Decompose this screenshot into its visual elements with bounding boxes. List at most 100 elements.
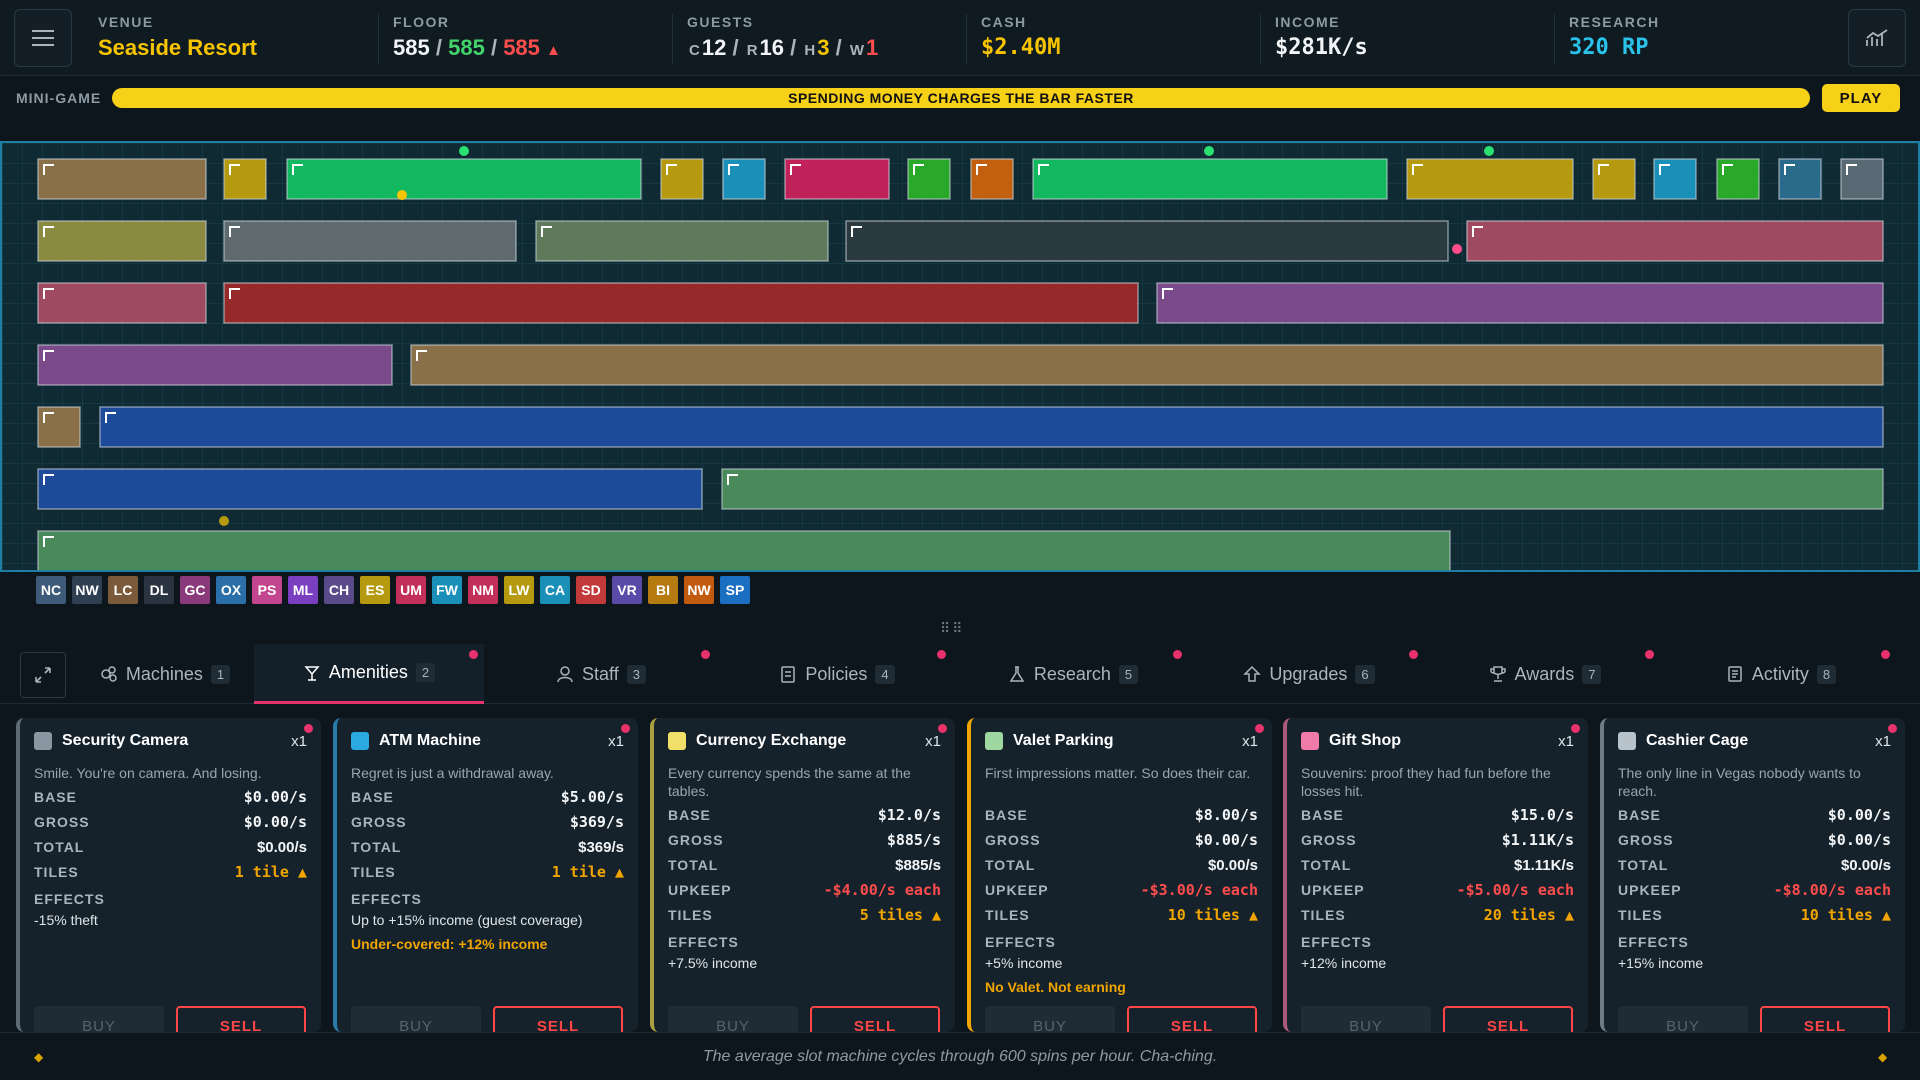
category-chip-nw[interactable]: NW bbox=[684, 576, 714, 604]
floor-machine-tile[interactable] bbox=[37, 282, 207, 324]
category-chip-dl[interactable]: DL bbox=[144, 576, 174, 604]
amenity-quantity: x1 bbox=[608, 732, 624, 750]
stats-chart-button[interactable] bbox=[1848, 9, 1906, 67]
floor-machine-tile[interactable] bbox=[410, 344, 1884, 386]
category-chip-sp[interactable]: SP bbox=[720, 576, 750, 604]
category-chip-gc[interactable]: GC bbox=[180, 576, 210, 604]
amenity-card-currency-exchange: Currency Exchange x1 Every currency spen… bbox=[650, 718, 955, 1032]
buy-button[interactable]: BUY bbox=[1618, 1006, 1748, 1032]
income-value: $281K/s bbox=[1275, 35, 1368, 60]
guest-marker bbox=[1204, 146, 1214, 156]
floor-machine-tile[interactable] bbox=[845, 220, 1449, 262]
tab-amenities[interactable]: Amenities 2 bbox=[254, 644, 484, 704]
floor-grid[interactable] bbox=[2, 143, 1918, 570]
notification-dot bbox=[937, 650, 946, 659]
floor-label: FLOOR bbox=[393, 14, 450, 30]
floor-machine-tile[interactable] bbox=[223, 282, 1139, 324]
tab-staff[interactable]: Staff 3 bbox=[486, 644, 716, 704]
amenity-card-gift-shop: Gift Shop x1 Souvenirs: proof they had f… bbox=[1283, 718, 1588, 1032]
income-stat: INCOME $281K/s bbox=[1260, 14, 1368, 64]
floor-machine-tile[interactable] bbox=[535, 220, 829, 262]
category-chip-lc[interactable]: LC bbox=[108, 576, 138, 604]
floor-machine-tile[interactable] bbox=[721, 468, 1884, 510]
floor-machine-tile[interactable] bbox=[286, 158, 642, 200]
category-chip-nw[interactable]: NW bbox=[72, 576, 102, 604]
tab-upgrades[interactable]: Upgrades 6 bbox=[1194, 644, 1424, 704]
buy-button[interactable]: BUY bbox=[1301, 1006, 1431, 1032]
tab-activity[interactable]: Activity 8 bbox=[1666, 644, 1896, 704]
category-chip-um[interactable]: UM bbox=[396, 576, 426, 604]
category-chip-bi[interactable]: BI bbox=[648, 576, 678, 604]
floor-machine-tile[interactable] bbox=[1156, 282, 1884, 324]
amenity-title: Cashier Cage bbox=[1646, 732, 1749, 749]
stat-row-tiles: TILES 10 tiles ▲ bbox=[1618, 906, 1891, 924]
tab-label: Amenities bbox=[328, 662, 408, 682]
category-chip-ps[interactable]: PS bbox=[252, 576, 282, 604]
floor-machine-tile[interactable] bbox=[1032, 158, 1388, 200]
buy-button[interactable]: BUY bbox=[351, 1006, 481, 1032]
stat-row-upkeep: UPKEEP -$8.00/s each bbox=[1618, 881, 1891, 899]
floor-machine-tile[interactable] bbox=[223, 220, 517, 262]
amenity-description: Souvenirs: proof they had fun before the… bbox=[1301, 765, 1551, 799]
sell-button[interactable]: SELL bbox=[1443, 1006, 1573, 1032]
floor-machine-tile[interactable] bbox=[37, 344, 393, 386]
category-chip-nm[interactable]: NM bbox=[468, 576, 498, 604]
stat-row-total: TOTAL $0.00/s bbox=[34, 838, 307, 856]
notification-dot bbox=[1173, 650, 1182, 659]
tab-policies[interactable]: Policies 4 bbox=[722, 644, 952, 704]
tab-bar: Machines 1 Amenities 2 Staff 3 Policies … bbox=[0, 644, 1920, 704]
buy-button[interactable]: BUY bbox=[34, 1006, 164, 1032]
category-chip-vr[interactable]: VR bbox=[612, 576, 642, 604]
notification-dot bbox=[701, 650, 710, 659]
floor-machine-tile[interactable] bbox=[37, 468, 703, 510]
tab-label: Activity bbox=[1751, 663, 1809, 684]
play-button[interactable]: PLAY bbox=[1822, 84, 1900, 112]
guest-marker bbox=[397, 190, 407, 200]
menu-button[interactable] bbox=[14, 9, 72, 67]
category-chip-es[interactable]: ES bbox=[360, 576, 390, 604]
category-chip-fw[interactable]: FW bbox=[432, 576, 462, 604]
sell-button[interactable]: SELL bbox=[176, 1006, 306, 1032]
floor-machine-tile[interactable] bbox=[1466, 220, 1884, 262]
amenity-color-swatch bbox=[985, 732, 1003, 750]
stat-row-base: BASE $15.0/s bbox=[1301, 806, 1574, 824]
staff-icon bbox=[557, 666, 573, 683]
stat-row-total: TOTAL $0.00/s bbox=[985, 856, 1258, 874]
notification-dot bbox=[1645, 650, 1654, 659]
stat-row-gross: GROSS $1.11K/s bbox=[1301, 831, 1574, 849]
category-chip-ox[interactable]: OX bbox=[216, 576, 246, 604]
sell-button[interactable]: SELL bbox=[1760, 1006, 1890, 1032]
chart-icon bbox=[1866, 29, 1888, 46]
floor-value-c: 585 bbox=[503, 35, 540, 60]
tab-count: 1 bbox=[210, 664, 231, 684]
floor-machine-tile[interactable] bbox=[99, 406, 1884, 448]
category-chip-nc[interactable]: NC bbox=[36, 576, 66, 604]
floor-machine-tile[interactable] bbox=[1406, 158, 1574, 200]
category-chip-lw[interactable]: LW bbox=[504, 576, 534, 604]
guests-high: 3 bbox=[817, 35, 830, 60]
stat-row-total: TOTAL $885/s bbox=[668, 856, 941, 874]
tab-machines[interactable]: Machines 1 bbox=[50, 644, 280, 704]
stat-row-total: TOTAL $1.11K/s bbox=[1301, 856, 1574, 874]
category-chip-ml[interactable]: ML bbox=[288, 576, 318, 604]
amenities-icon bbox=[304, 665, 320, 681]
casino-floor[interactable] bbox=[0, 141, 1920, 572]
minigame-label: MINI-GAME bbox=[16, 90, 102, 106]
category-chip-ca[interactable]: CA bbox=[540, 576, 570, 604]
category-chip-ch[interactable]: CH bbox=[324, 576, 354, 604]
floor-machine-tile[interactable] bbox=[37, 158, 207, 200]
buy-button[interactable]: BUY bbox=[668, 1006, 798, 1032]
stat-row-tiles: TILES 1 tile ▲ bbox=[351, 863, 624, 881]
buy-button[interactable]: BUY bbox=[985, 1006, 1115, 1032]
tab-awards[interactable]: Awards 7 bbox=[1430, 644, 1660, 704]
sell-button[interactable]: SELL bbox=[1127, 1006, 1257, 1032]
tab-research[interactable]: Research 5 bbox=[958, 644, 1188, 704]
floor-machine-tile[interactable] bbox=[37, 530, 1451, 570]
sell-button[interactable]: SELL bbox=[493, 1006, 623, 1032]
panel-resize-handle[interactable]: ⠿⠿ bbox=[940, 620, 965, 637]
upgrades-icon bbox=[1243, 665, 1262, 682]
category-chip-sd[interactable]: SD bbox=[576, 576, 606, 604]
stat-row-total: TOTAL $0.00/s bbox=[1618, 856, 1891, 874]
floor-machine-tile[interactable] bbox=[37, 220, 207, 262]
sell-button[interactable]: SELL bbox=[810, 1006, 940, 1032]
